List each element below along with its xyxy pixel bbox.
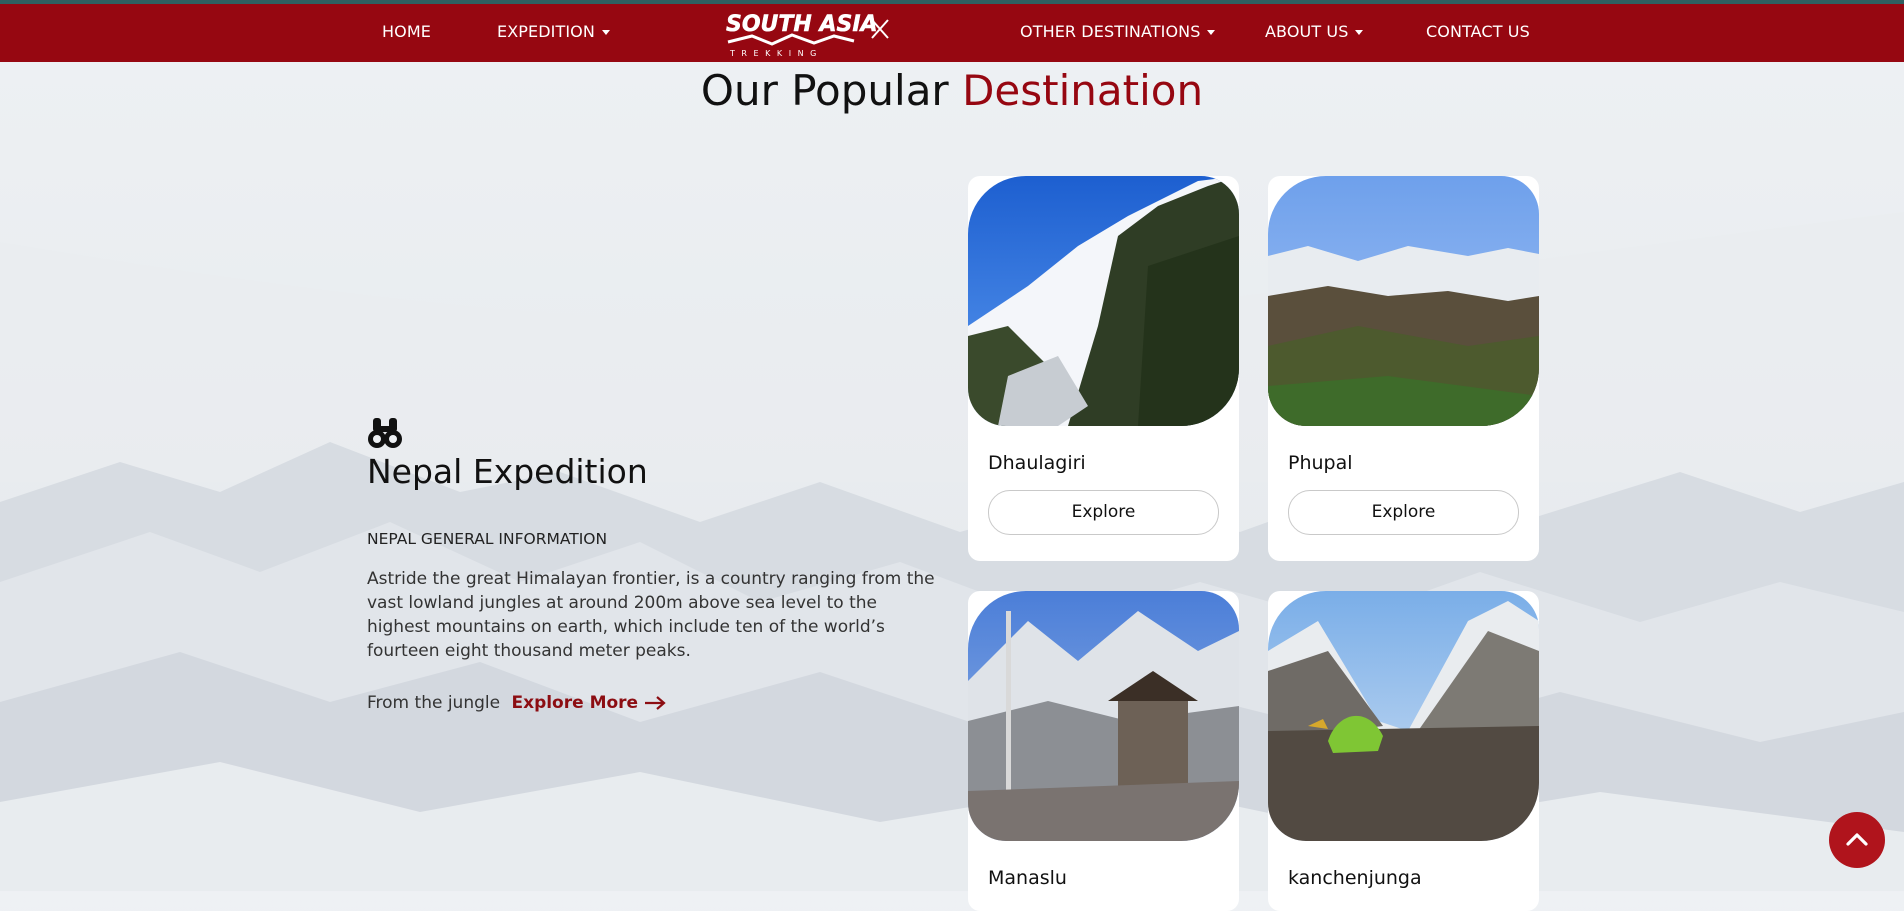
explore-more-label: Explore More — [511, 693, 639, 713]
chevron-up-icon — [1846, 833, 1868, 846]
destination-card-manaslu: Manaslu — [968, 591, 1239, 911]
card-name: Manaslu — [988, 867, 1067, 889]
nav-other-destinations-label: OTHER DESTINATIONS — [1020, 22, 1201, 41]
nav-about-us-label: ABOUT US — [1265, 22, 1349, 41]
feature-subtitle: NEPAL GENERAL INFORMATION — [367, 530, 608, 548]
feature-description: Astride the great Himalayan frontier, is… — [367, 569, 935, 661]
manaslu-photo — [968, 591, 1239, 841]
card-name: Phupal — [1288, 452, 1353, 474]
destination-card-kanchenjunga: kanchenjunga — [1268, 591, 1539, 911]
svg-text:SOUTH ASIA: SOUTH ASIA — [726, 12, 878, 37]
section-title-accent: Destination — [962, 66, 1204, 115]
nav-about-us-menu[interactable]: ABOUT US — [1265, 22, 1364, 41]
nav-other-destinations-menu[interactable]: OTHER DESTINATIONS — [1020, 22, 1216, 41]
card-name: kanchenjunga — [1288, 867, 1422, 889]
nav-contact-us-label: CONTACT US — [1426, 22, 1530, 41]
destination-card-dhaulagiri: Dhaulagiri Explore — [968, 176, 1239, 561]
svg-text:T R E K K I N G: T R E K K I N G — [729, 49, 818, 58]
nav-home-link[interactable]: HOME — [382, 22, 431, 41]
nav-expedition-label: EXPEDITION — [497, 22, 595, 41]
feature-footer: From the jungle Explore More — [367, 693, 666, 713]
scroll-to-top-button[interactable] — [1829, 812, 1885, 868]
feature-footer-text: From the jungle — [367, 693, 501, 713]
snowy-mountain-background — [0, 62, 1904, 891]
top-navigation-bar: HOME EXPEDITION SOUTH ASIA T R E K K I N… — [0, 0, 1904, 62]
kanchenjunga-photo — [1268, 591, 1539, 841]
feature-title: Nepal Expedition — [367, 452, 648, 491]
caret-down-icon — [601, 30, 610, 35]
binoculars-icon — [368, 418, 402, 448]
nav-expedition-menu[interactable]: EXPEDITION — [497, 22, 610, 41]
phupal-photo — [1268, 176, 1539, 426]
top-accent-line — [0, 0, 1904, 4]
destination-card-phupal: Phupal Explore — [1268, 176, 1539, 561]
nav-contact-us-link[interactable]: CONTACT US — [1426, 22, 1530, 41]
explore-more-link[interactable]: Explore More — [511, 693, 666, 713]
caret-down-icon — [1207, 30, 1216, 35]
explore-button[interactable]: Explore — [988, 490, 1219, 535]
explore-button[interactable]: Explore — [1288, 490, 1519, 535]
south-asia-trekking-logo[interactable]: SOUTH ASIA T R E K K I N G — [722, 6, 894, 58]
dhaulagiri-photo — [968, 176, 1239, 426]
arrow-right-icon — [645, 696, 666, 710]
section-title-main: Our Popular — [700, 66, 963, 115]
nav-home-label: HOME — [382, 22, 431, 41]
caret-down-icon — [1355, 30, 1364, 35]
section-title: Our Popular Destination — [0, 66, 1904, 115]
card-name: Dhaulagiri — [988, 452, 1086, 474]
